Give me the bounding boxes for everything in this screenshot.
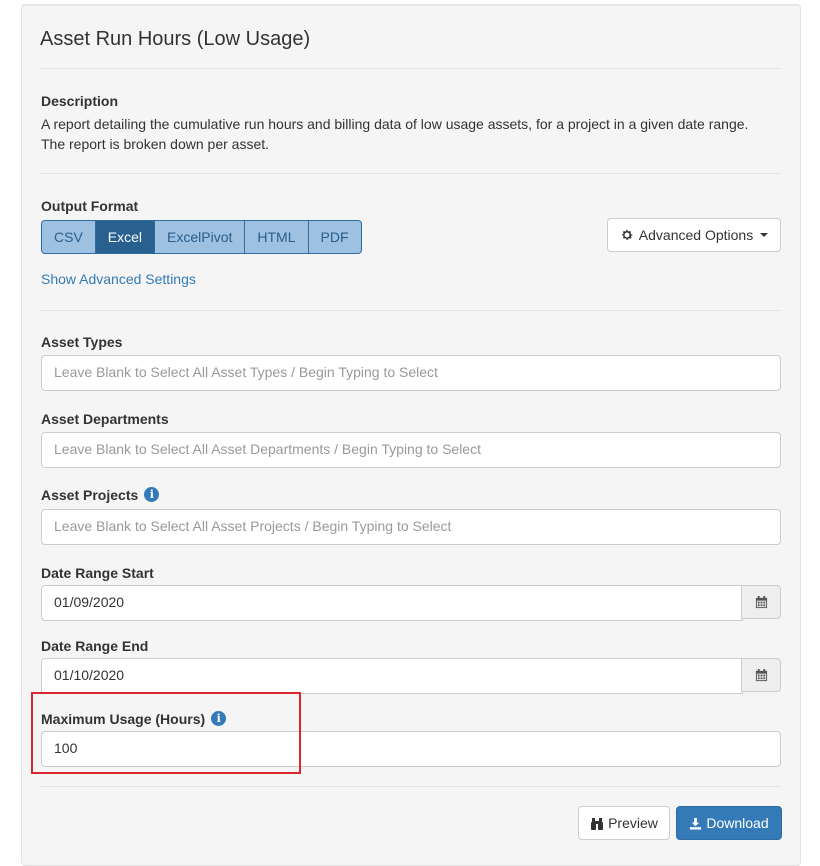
advanced-options-button[interactable]: Advanced Options	[607, 218, 781, 252]
highlight-box	[31, 692, 301, 774]
description-line-1: A report detailing the cumulative run ho…	[41, 116, 749, 132]
download-button[interactable]: Download	[676, 806, 782, 840]
asset-projects-placeholder: Leave Blank to Select All Asset Projects…	[54, 518, 452, 534]
advanced-options-label: Advanced Options	[638, 227, 754, 243]
asset-departments-label: Asset Departments	[41, 411, 169, 427]
format-excelpivot-button[interactable]: ExcelPivot	[155, 220, 246, 254]
date-start-calendar-button[interactable]	[741, 585, 781, 619]
date-end-input[interactable]: 01/10/2020	[41, 658, 743, 694]
description-heading: Description	[41, 93, 119, 109]
divider	[40, 68, 781, 69]
asset-projects-label: Asset Projects	[41, 487, 139, 503]
asset-departments-input[interactable]: Leave Blank to Select All Asset Departme…	[41, 432, 781, 468]
date-start-value: 01/09/2020	[54, 594, 125, 610]
info-icon[interactable]: i	[144, 486, 160, 502]
output-format-heading: Output Format	[41, 198, 139, 214]
asset-projects-input[interactable]: Leave Blank to Select All Asset Projects…	[41, 509, 781, 545]
download-label: Download	[706, 815, 769, 831]
asset-types-label: Asset Types	[41, 334, 123, 350]
asset-types-input[interactable]: Leave Blank to Select All Asset Types / …	[41, 355, 781, 391]
output-format-group: CSV Excel ExcelPivot HTML PDF	[41, 220, 362, 254]
description-text: A report detailing the cumulative run ho…	[41, 114, 781, 154]
preview-button[interactable]: Preview	[578, 806, 670, 840]
divider	[40, 310, 781, 311]
format-excel-button[interactable]: Excel	[95, 220, 156, 254]
date-start-label: Date Range Start	[41, 565, 154, 581]
divider	[40, 173, 781, 174]
format-csv-button[interactable]: CSV	[41, 220, 96, 254]
asset-types-placeholder: Leave Blank to Select All Asset Types / …	[54, 364, 438, 380]
preview-label: Preview	[608, 815, 658, 831]
format-pdf-button[interactable]: PDF	[308, 220, 362, 254]
calendar-icon	[755, 668, 767, 681]
date-end-label: Date Range End	[41, 638, 149, 654]
download-icon	[690, 817, 702, 830]
date-end-calendar-button[interactable]	[741, 658, 781, 692]
format-html-button[interactable]: HTML	[245, 220, 309, 254]
page-title: Asset Run Hours (Low Usage)	[40, 28, 311, 50]
calendar-icon	[755, 595, 767, 608]
binoculars-icon	[591, 817, 604, 830]
divider	[40, 786, 781, 787]
description-line-2: The report is broken down per asset.	[41, 136, 270, 152]
date-end-value: 01/10/2020	[54, 667, 125, 683]
asset-departments-placeholder: Leave Blank to Select All Asset Departme…	[54, 441, 481, 457]
date-start-input[interactable]: 01/09/2020	[41, 585, 743, 621]
asset-projects-label-row: Asset Projects i	[41, 486, 160, 504]
caret-down-icon	[760, 233, 769, 237]
show-advanced-settings-link[interactable]: Show Advanced Settings	[41, 271, 196, 287]
gear-icon	[621, 229, 633, 240]
